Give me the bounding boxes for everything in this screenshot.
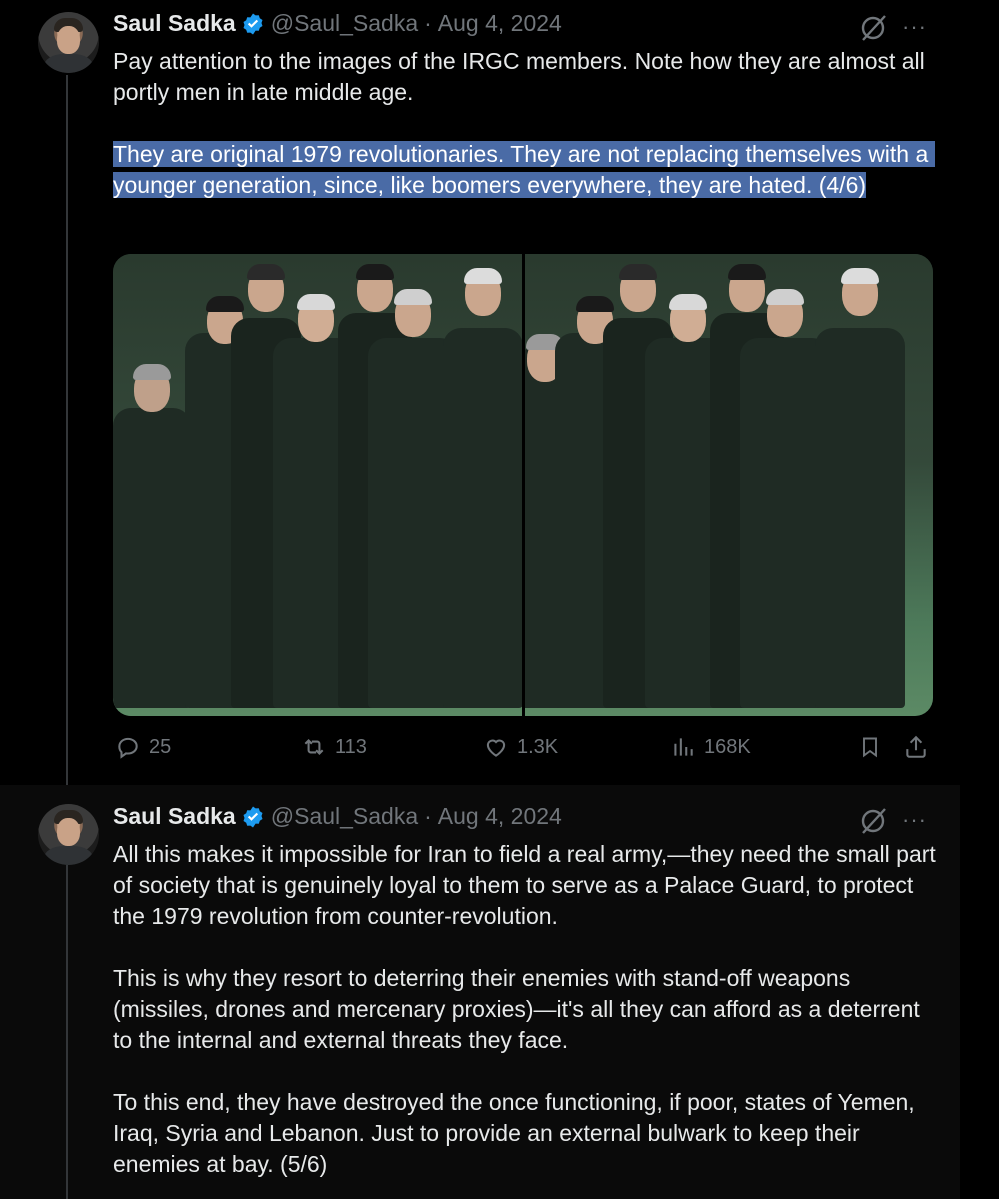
views-button[interactable]: 168K [670, 734, 751, 760]
thread-connector [66, 860, 68, 1199]
repost-icon [304, 739, 324, 755]
author-handle[interactable]: @Saul_Sadka [271, 10, 418, 37]
more-options-icon[interactable]: ··· [902, 807, 927, 833]
heart-icon [486, 739, 506, 757]
person-figure [443, 268, 522, 708]
person-figure [814, 268, 905, 708]
like-button[interactable]: 1.3K [483, 734, 558, 760]
tweet-paragraph: All this makes it impossible for Iran to… [113, 841, 943, 929]
author-name[interactable]: Saul Sadka [113, 10, 236, 37]
thread-connector [66, 75, 68, 785]
bookmark-button[interactable] [858, 734, 890, 760]
share-icon [906, 735, 926, 758]
selected-text: They are original 1979 revolutionaries. … [113, 141, 935, 198]
avatar[interactable] [38, 804, 99, 865]
tweet-paragraph: This is why they resort to deterring the… [113, 965, 927, 1053]
more-options-icon[interactable]: ··· [902, 14, 927, 40]
view-count: 168K [704, 735, 751, 758]
like-count: 1.3K [517, 735, 559, 758]
tweet-paragraph: To this end, they have destroyed the onc… [113, 1089, 922, 1177]
verified-badge-icon [243, 806, 263, 827]
tweet-header: Saul Sadka @Saul_Sadka · Aug 4, 2024 [113, 803, 562, 830]
repost-button[interactable]: 113 [301, 734, 367, 760]
photo-left [113, 254, 522, 716]
separator: · [424, 803, 432, 829]
tweet-paragraph-highlighted: They are original 1979 revolutionaries. … [113, 139, 943, 201]
tweet-date[interactable]: Aug 4, 2024 [438, 10, 562, 37]
avatar[interactable] [38, 12, 99, 73]
photo-right [521, 254, 933, 716]
reply-button[interactable]: 25 [115, 734, 171, 760]
tweet-actions: 25 113 1.3K 168K [113, 734, 933, 770]
tweet-date[interactable]: Aug 4, 2024 [438, 803, 562, 830]
separator: · [424, 10, 432, 36]
bookmark-icon [863, 737, 877, 758]
verified-badge-icon [243, 13, 263, 34]
share-button[interactable] [903, 734, 937, 760]
tweet-paragraph: Pay attention to the images of the IRGC … [113, 48, 932, 105]
tweet-5-of-6[interactable]: Saul Sadka @Saul_Sadka · Aug 4, 2024 ···… [0, 785, 960, 1199]
tweet-text: All this makes it impossible for Iran to… [113, 839, 943, 1180]
tweet-4-of-6[interactable]: Saul Sadka @Saul_Sadka · Aug 4, 2024 ···… [0, 0, 960, 785]
tweet-text: Pay attention to the images of the IRGC … [113, 46, 943, 201]
author-name[interactable]: Saul Sadka [113, 803, 236, 830]
person-figure [113, 364, 191, 708]
tweet-header: Saul Sadka @Saul_Sadka · Aug 4, 2024 [113, 10, 562, 37]
views-chart-icon [674, 738, 693, 756]
author-handle[interactable]: @Saul_Sadka [271, 803, 418, 830]
reply-icon [118, 737, 138, 759]
grok-icon[interactable] [858, 806, 888, 836]
repost-count: 113 [335, 735, 367, 758]
tweet-image[interactable] [113, 254, 933, 716]
grok-icon[interactable] [858, 13, 888, 43]
reply-count: 25 [149, 735, 172, 758]
